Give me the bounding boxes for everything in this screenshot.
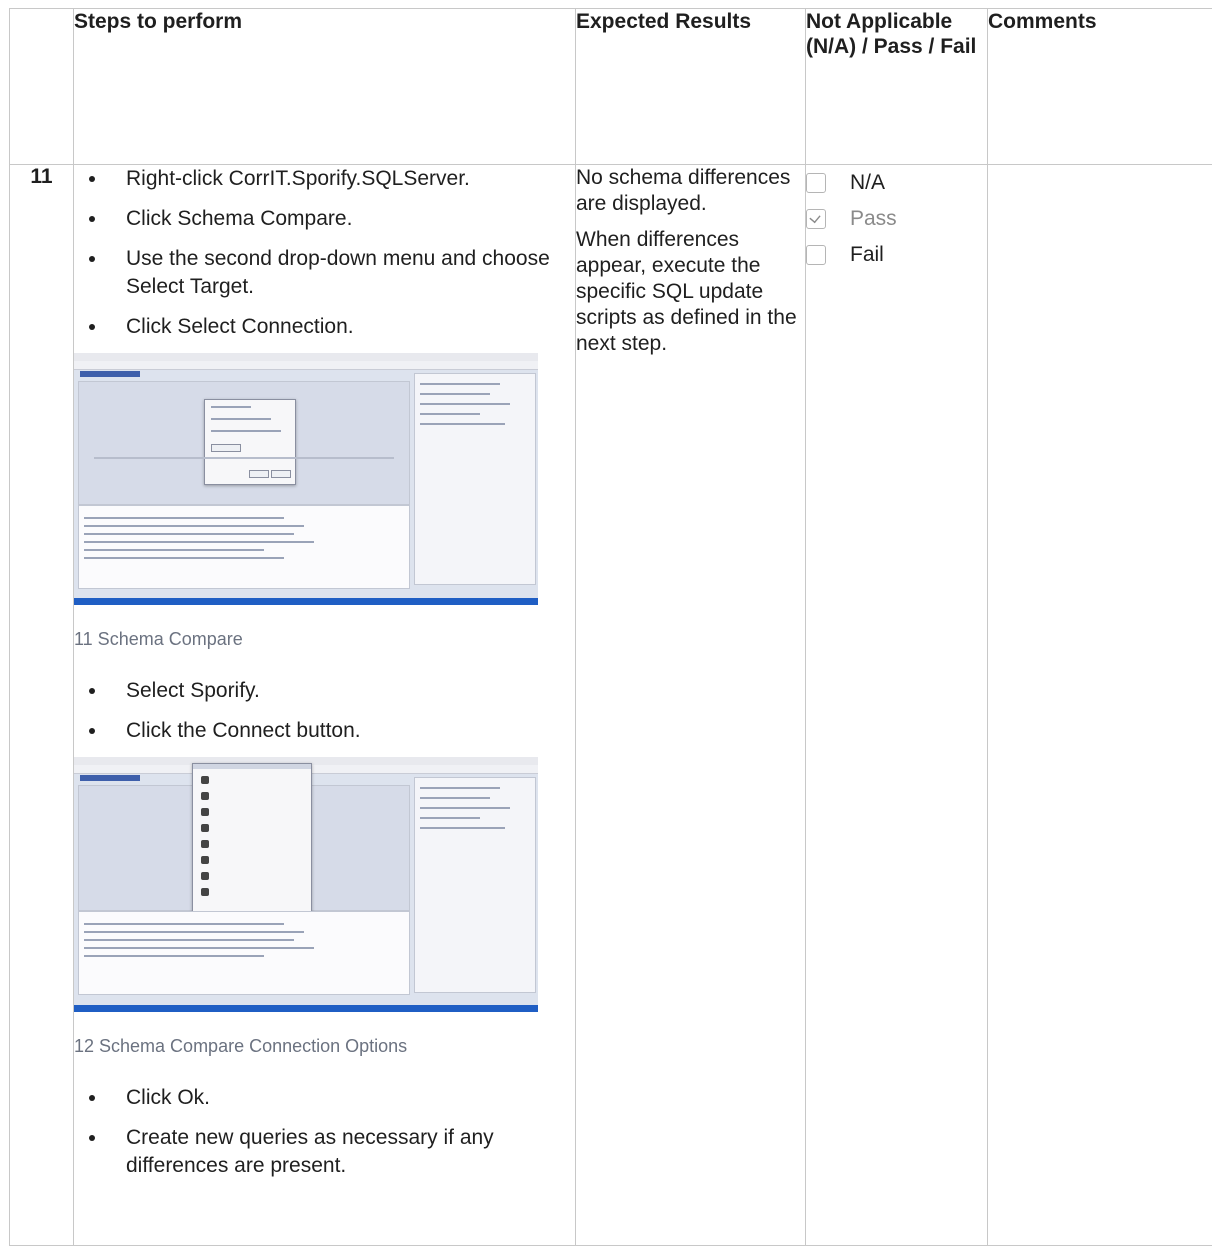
option-label: N/A bbox=[850, 171, 885, 195]
checkbox[interactable] bbox=[806, 245, 826, 265]
table-row: 11 Right-click CorrIT.Sporify.SQLServer.… bbox=[10, 165, 1212, 1246]
status-cell: N/A Pass Fail bbox=[806, 165, 988, 1246]
comments-cell[interactable] bbox=[988, 165, 1212, 1246]
checkbox[interactable] bbox=[806, 173, 826, 193]
option-label: Fail bbox=[850, 243, 884, 267]
steps-list-1: Right-click CorrIT.Sporify.SQLServer. Cl… bbox=[74, 165, 575, 341]
header-status: Not Applicable (N/A) / Pass / Fail bbox=[806, 9, 988, 165]
header-number bbox=[10, 9, 74, 165]
connection-options-screenshot bbox=[74, 757, 538, 1012]
test-steps-table: Steps to perform Expected Results Not Ap… bbox=[9, 8, 1212, 1246]
checkmark-icon bbox=[809, 212, 820, 223]
figure-caption: 12 Schema Compare Connection Options bbox=[74, 1032, 575, 1060]
header-comments: Comments bbox=[988, 9, 1212, 165]
step-number: 11 bbox=[10, 165, 74, 1246]
steps-list-2: Select Sporify. Click the Connect button… bbox=[74, 677, 575, 745]
list-item: Use the second drop-down menu and choose… bbox=[108, 245, 575, 301]
list-item: Click Schema Compare. bbox=[108, 205, 575, 233]
status-option-pass[interactable]: Pass bbox=[806, 201, 987, 237]
list-item: Select Sporify. bbox=[108, 677, 575, 705]
header-expected: Expected Results bbox=[576, 9, 806, 165]
list-item: Right-click CorrIT.Sporify.SQLServer. bbox=[108, 165, 575, 193]
list-item: Click Select Connection. bbox=[108, 313, 575, 341]
checkbox[interactable] bbox=[806, 209, 826, 229]
steps-cell: Right-click CorrIT.Sporify.SQLServer. Cl… bbox=[74, 165, 576, 1246]
expected-text: When differences appear, execute the spe… bbox=[576, 227, 805, 357]
status-option-na[interactable]: N/A bbox=[806, 165, 987, 201]
status-option-fail[interactable]: Fail bbox=[806, 237, 987, 273]
expected-results-cell: No schema differences are displayed. Whe… bbox=[576, 165, 806, 1246]
expected-text: No schema differences are displayed. bbox=[576, 165, 805, 217]
steps-list-3: Click Ok. Create new queries as necessar… bbox=[74, 1084, 575, 1180]
list-item: Click Ok. bbox=[108, 1084, 575, 1112]
list-item: Click the Connect button. bbox=[108, 717, 575, 745]
header-row: Steps to perform Expected Results Not Ap… bbox=[10, 9, 1212, 165]
option-label: Pass bbox=[850, 207, 897, 231]
header-steps: Steps to perform bbox=[74, 9, 576, 165]
list-item: Create new queries as necessary if any d… bbox=[108, 1124, 575, 1180]
schema-compare-screenshot bbox=[74, 353, 538, 605]
figure-caption: 11 Schema Compare bbox=[74, 625, 575, 653]
